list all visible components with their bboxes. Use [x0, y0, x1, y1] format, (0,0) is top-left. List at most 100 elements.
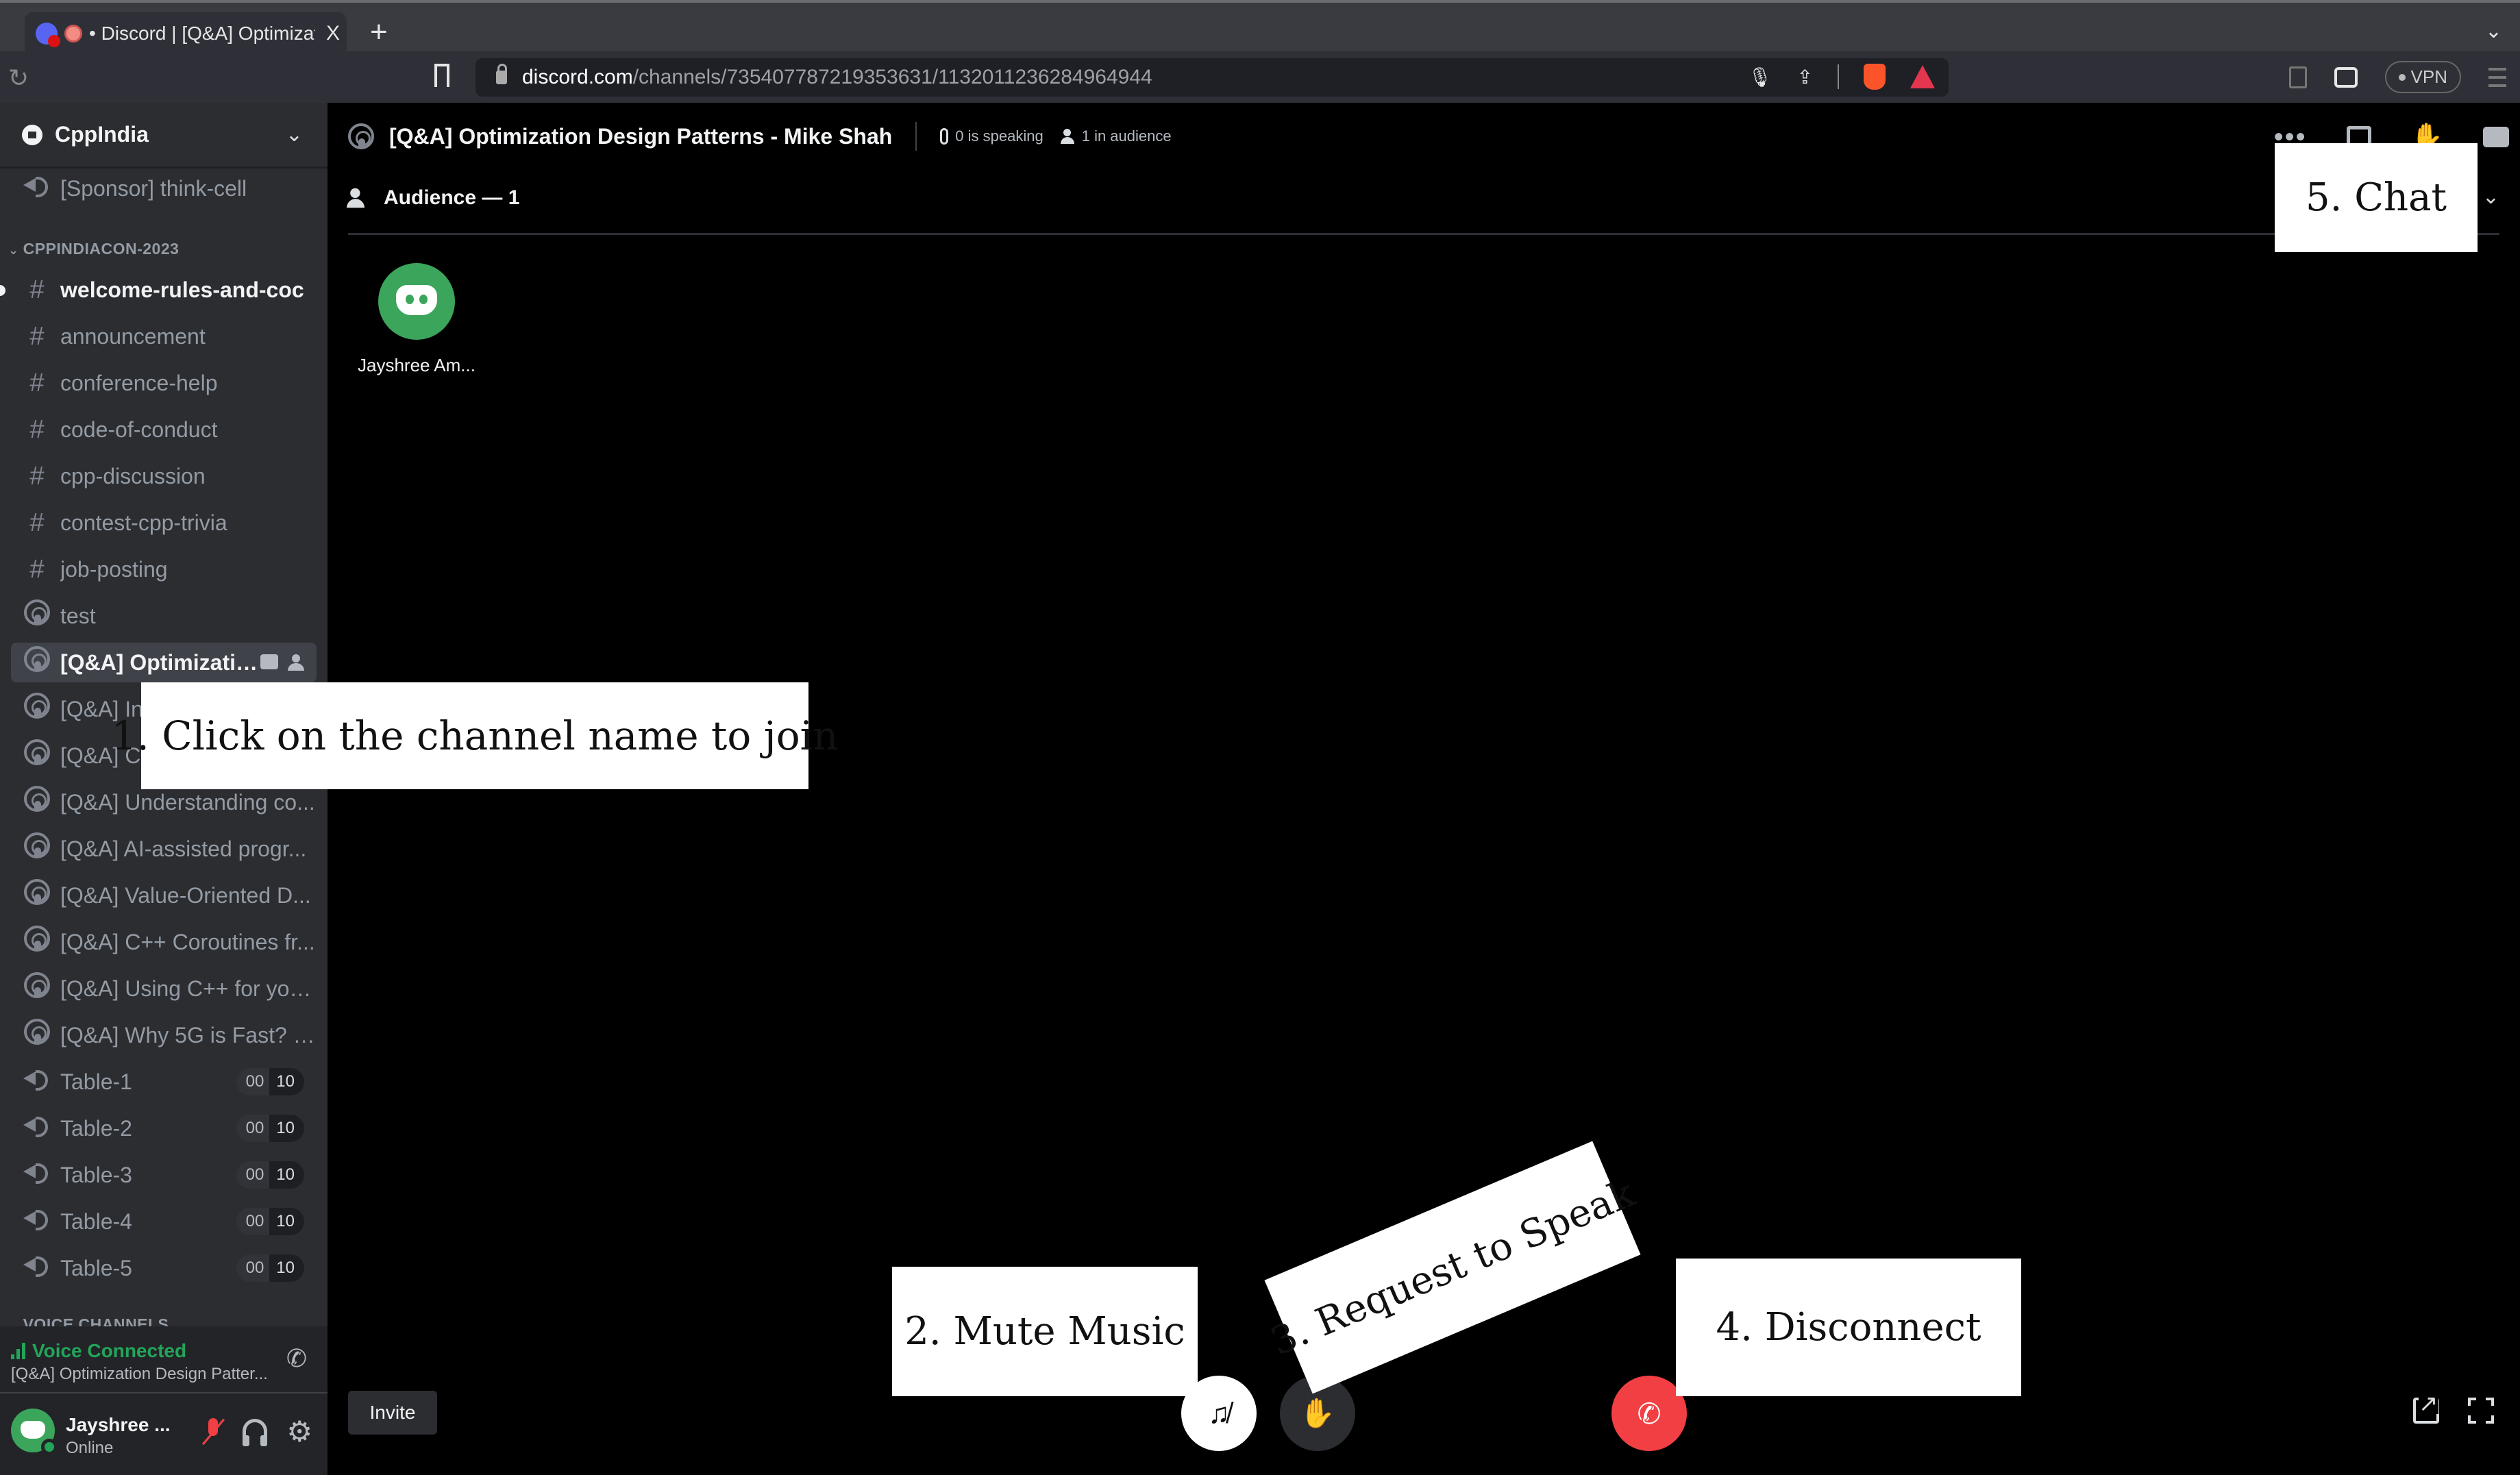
- new-tab-button[interactable]: +: [370, 15, 388, 49]
- bookmark-icon[interactable]: [434, 64, 449, 87]
- brave-rewards-icon[interactable]: [1910, 65, 1935, 88]
- channel-item[interactable]: [Q&A] AI-assisted progr...: [11, 829, 317, 869]
- online-status-icon: [41, 1439, 58, 1455]
- channel-icon: [23, 1206, 51, 1237]
- headphones-icon[interactable]: [243, 1419, 268, 1446]
- popout-icon[interactable]: [2413, 1393, 2439, 1424]
- invite-user-icon[interactable]: [288, 654, 306, 671]
- recording-icon: [64, 25, 82, 42]
- tab-list-chevron-icon[interactable]: ⌄: [2485, 19, 2502, 43]
- channel-item[interactable]: # announcement: [11, 317, 317, 356]
- stage-icon: [24, 693, 50, 719]
- voice-status[interactable]: Voice Connected: [11, 1340, 186, 1362]
- voice-channel-item[interactable]: Table-3 00 10: [11, 1155, 317, 1195]
- channel-label: [Q&A] Understanding co...: [60, 789, 315, 815]
- gear-icon[interactable]: ⚙: [286, 1417, 312, 1446]
- chat-icon[interactable]: [2483, 127, 2509, 147]
- speaker-icon: [23, 1252, 51, 1277]
- hashtag-icon: #: [29, 368, 45, 397]
- wallet-icon[interactable]: [2334, 66, 2358, 88]
- channel-item[interactable]: [Q&A] Optimizatio...: [11, 643, 317, 682]
- audience-icon: [1060, 129, 1075, 144]
- chevron-down-icon: ⌄: [285, 123, 303, 146]
- open-chat-icon[interactable]: [260, 654, 278, 669]
- stage-icon: [24, 739, 50, 765]
- annotation-chat: 5. Chat: [2275, 143, 2478, 252]
- channel-icon: [23, 1066, 51, 1098]
- channel-icon: [23, 646, 51, 679]
- username[interactable]: Jayshree ...: [66, 1414, 171, 1436]
- user-status: Online: [66, 1439, 114, 1457]
- channel-label: code-of-conduct: [60, 417, 218, 442]
- voice-channel-name[interactable]: [Q&A] Optimization Design Patter...: [11, 1365, 268, 1384]
- url-host: discord.com: [522, 66, 633, 88]
- phone-disconnect-icon: ✆: [1637, 1397, 1662, 1430]
- voice-channel-item[interactable]: Table-1 00 10: [11, 1062, 317, 1102]
- channel-item[interactable]: # welcome-rules-and-coc: [0, 270, 317, 310]
- member-name: Jayshree Am...: [358, 355, 475, 375]
- share-icon[interactable]: ⇪: [1797, 66, 1813, 88]
- channel-label: [Q&A] Why 5G is Fast? a...: [60, 1022, 317, 1048]
- signal-strength-icon: [11, 1343, 25, 1359]
- microphone-icon[interactable]: 🎙: [1748, 66, 1772, 88]
- divider: [348, 233, 2499, 235]
- user-count: 00: [236, 1254, 270, 1282]
- category-cppindiacon-2023[interactable]: ⌄ CPPINDIACON-2023: [8, 240, 179, 258]
- channel-label: welcome-rules-and-coc: [60, 277, 304, 302]
- mic-muted-icon[interactable]: [203, 1418, 223, 1446]
- channel-item[interactable]: [Q&A] Why 5G is Fast? a...: [11, 1015, 317, 1055]
- brave-shields-icon[interactable]: [1864, 64, 1886, 90]
- channel-item[interactable]: [Q&A] Value-Oriented D...: [11, 876, 317, 915]
- channel-label: conference-help: [60, 370, 218, 395]
- reload-icon[interactable]: ↻: [8, 64, 29, 92]
- channel-item[interactable]: # conference-help: [11, 363, 317, 403]
- user-limit-badge: 00 10: [236, 1208, 304, 1235]
- vpn-button[interactable]: VPN: [2384, 61, 2461, 93]
- voice-channel-item[interactable]: Table-2 00 10: [11, 1108, 317, 1148]
- stage-icon: [24, 832, 50, 858]
- audience-icon: [346, 188, 366, 208]
- chevron-down-icon[interactable]: ⌄: [2482, 185, 2499, 209]
- channel-item[interactable]: [Q&A] Using C++ for you...: [11, 969, 317, 1008]
- hashtag-icon: #: [29, 321, 45, 351]
- user-count: 00: [236, 1208, 270, 1235]
- vpn-status-dot: [2398, 73, 2406, 81]
- avatar[interactable]: [11, 1409, 58, 1455]
- tab-title: • Discord | [Q&A] Optimizatio: [89, 23, 315, 44]
- discord-logo-icon: [396, 285, 437, 315]
- hashtag-icon: #: [29, 414, 45, 444]
- audience-member[interactable]: Jayshree Am...: [355, 263, 478, 376]
- channel-label: announcement: [60, 323, 206, 349]
- user-limit-badge: 00 10: [236, 1161, 304, 1189]
- vpn-label: VPN: [2410, 66, 2447, 87]
- channel-item[interactable]: # cpp-discussion: [11, 456, 317, 496]
- user-limit-badge: 00 10: [236, 1115, 304, 1142]
- server-header[interactable]: CppIndia ⌄: [0, 103, 328, 169]
- fullscreen-icon[interactable]: [2468, 1398, 2494, 1424]
- separator: [1838, 64, 1839, 89]
- channel-item[interactable]: [Q&A] C++ Coroutines fr...: [11, 922, 317, 962]
- voice-channel-item[interactable]: Table-5 00 10: [11, 1248, 317, 1288]
- channel-item[interactable]: # code-of-conduct: [11, 410, 317, 449]
- channel-item[interactable]: test: [11, 596, 317, 636]
- channel-item[interactable]: # job-posting: [11, 549, 317, 589]
- channel-icon: [23, 786, 51, 819]
- sidebar-toggle-icon[interactable]: [2288, 66, 2307, 88]
- disconnect-icon[interactable]: ✆: [286, 1344, 307, 1373]
- more-options-icon[interactable]: •••: [2274, 123, 2307, 151]
- tab-close-button[interactable]: X: [326, 22, 340, 45]
- lock-icon[interactable]: [496, 64, 507, 84]
- user-limit: 10: [269, 1161, 304, 1189]
- audience-header: Audience — 1: [384, 186, 520, 209]
- channel-item[interactable]: # contest-cpp-trivia: [11, 503, 317, 543]
- invite-button[interactable]: Invite: [348, 1391, 437, 1435]
- voice-channel-item[interactable]: Table-4 00 10: [11, 1202, 317, 1241]
- channel-label: [Q&A] Using C++ for you...: [60, 976, 317, 1001]
- browser-tab[interactable]: • Discord | [Q&A] Optimizatio X: [25, 12, 347, 55]
- menu-icon[interactable]: [2488, 67, 2506, 87]
- channel-sponsor-think-cell[interactable]: [Sponsor] think-cell: [11, 169, 317, 208]
- browser-tab-bar: • Discord | [Q&A] Optimizatio X + ⌄: [0, 0, 2520, 55]
- speaker-icon: [23, 1066, 51, 1091]
- address-bar[interactable]: discord.com /channels/735407787219353631…: [475, 58, 1949, 97]
- channel-icon: [23, 1252, 51, 1284]
